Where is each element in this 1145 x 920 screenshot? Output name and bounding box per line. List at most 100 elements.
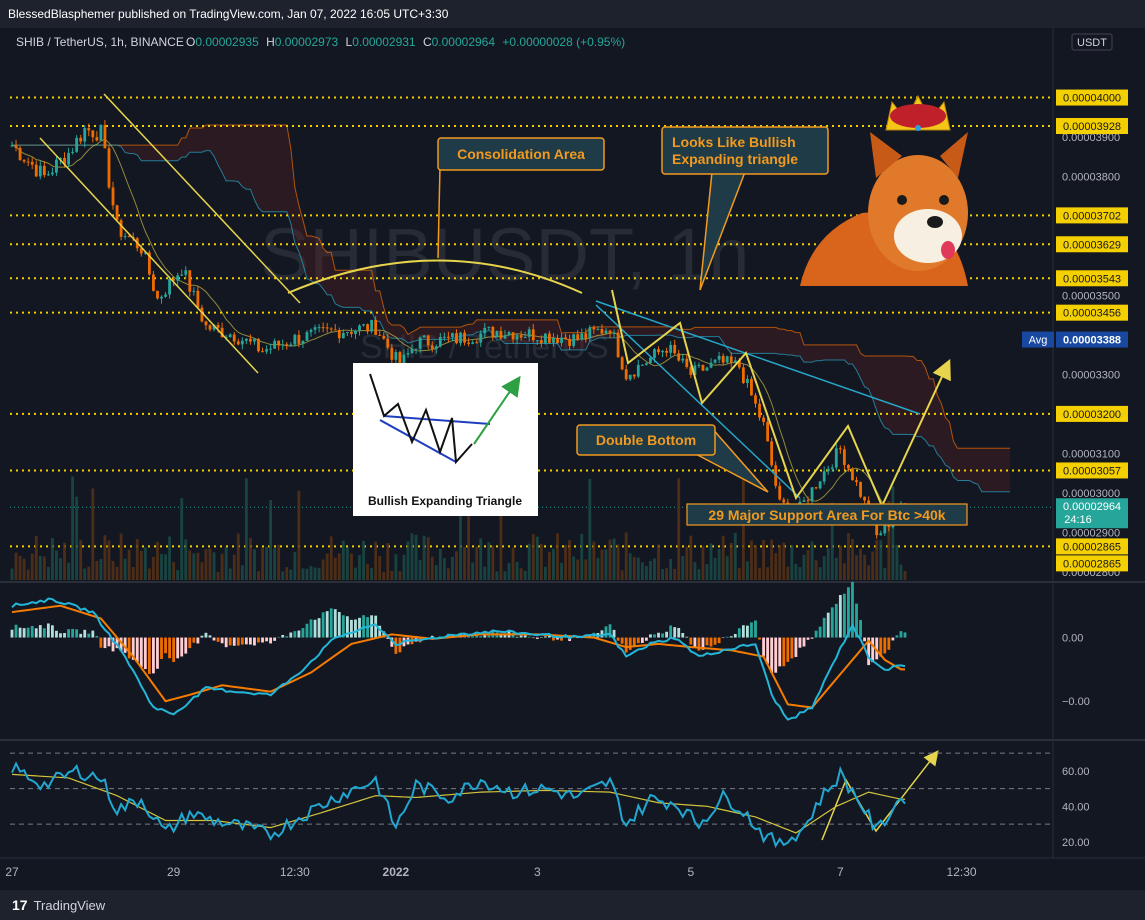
volume-bar [358,555,361,580]
candle-body [467,342,471,344]
currency-label: USDT [1077,37,1107,49]
candle-body [539,340,543,344]
candle-body [548,333,551,343]
macd-histogram-bar [750,622,753,638]
volume-bar [321,559,325,580]
candle-body [640,364,644,366]
volume-bar [790,545,794,580]
macd-histogram-bar [737,628,741,638]
volume-bar [253,549,256,580]
volume-bar [224,547,228,580]
candle-body [273,340,277,349]
volume-bar [584,559,588,580]
volume-bar [851,538,854,580]
chart-area[interactable]: SHIBUSDT, 1h SHIB / TetherUS SHIB / Teth… [0,28,1145,890]
macd-histogram-bar [883,637,887,654]
level-price-label: 0.00004000 [1063,93,1121,105]
candle-body [18,147,22,160]
macd-histogram-bar [717,637,721,644]
candle-body [374,319,378,335]
volume-bar [762,540,765,580]
volume-bar [329,536,333,580]
candle-body [164,294,167,297]
candle-body [479,333,483,343]
candle-body [75,137,79,152]
volume-bar [79,539,83,580]
volume-bar [863,554,867,580]
volume-bar [697,569,701,580]
candle-body [83,128,87,142]
macd-histogram-bar [774,637,778,673]
candle-body [228,334,232,338]
currency-button[interactable]: USDT [1071,33,1113,51]
volume-bar [228,568,232,580]
candle-body [463,332,466,343]
volume-bar [22,558,26,580]
candle-body [358,325,361,331]
annotation-support-area[interactable]: 29 Major Support Area For Btc >40k [686,503,968,526]
candle-body [253,338,256,342]
macd-histogram-bar [224,637,228,648]
macd-histogram-bar [487,635,491,638]
candle-body [838,448,842,450]
macd-histogram-bar [228,637,232,646]
volume-bar [463,547,466,580]
macd-histogram-bar [14,624,18,638]
volume-bar [442,558,446,580]
price-tick-label: 0.00003300 [1062,369,1120,381]
macd-histogram-bar [479,636,483,638]
volume-bar [693,562,697,580]
candle-body [620,357,624,370]
candle-body [350,331,353,334]
volume-bar [410,533,414,580]
candle-body [746,378,749,383]
volume-bar [390,570,394,580]
volume-bar [826,548,830,580]
volume-bar [483,566,487,580]
candle-body [30,161,34,165]
volume-bar [778,544,782,580]
candle-body [265,349,268,352]
volume-bar [665,568,669,580]
candle-body [10,145,14,147]
candle-body [596,329,600,331]
volume-bar [774,553,778,580]
macd-histogram-bar [531,637,535,639]
macd-histogram-bar [754,620,757,638]
macd-histogram-bar [673,627,677,638]
annotation-support-text: 29 Major Support Area For Btc >40k [708,507,945,523]
macd-histogram-bar [50,625,54,638]
macd-histogram-bar [471,636,475,638]
candle-body [572,334,576,346]
candle-body [38,165,42,177]
volume-bar [350,553,353,580]
volume-bar [543,566,547,580]
level-price-label: 0.00003543 [1063,273,1121,285]
tradingview-logo-icon[interactable]: 17 [12,897,28,913]
candle-body [321,327,325,329]
volume-bar [487,542,491,580]
candle-body [754,395,757,404]
candle-body [79,137,83,142]
candle-body [26,161,30,163]
volume-bar [737,568,741,580]
volume-bar [111,560,115,580]
candle-body [741,367,745,383]
candle-body [426,335,430,346]
candle-body [535,340,539,342]
candle-body [232,334,236,342]
trading-chart[interactable]: SHIBUSDT, 1h SHIB / TetherUS SHIB / Teth… [0,28,1145,890]
avg-price-label: 0.00003388 [1063,335,1121,347]
annotation-bullish-line2: Expanding triangle [672,151,798,167]
last-price-label: 0.00002964 [1063,501,1121,513]
candle-body [527,329,531,337]
volume-bar [192,553,196,580]
candle-body [592,327,596,330]
candle-body [608,330,612,334]
macd-histogram-bar [640,637,644,643]
volume-bar [265,546,268,580]
macd-histogram-bar [523,635,527,638]
volume-bar [883,568,887,580]
volume-bar [588,478,592,580]
volume-bar [71,476,75,580]
